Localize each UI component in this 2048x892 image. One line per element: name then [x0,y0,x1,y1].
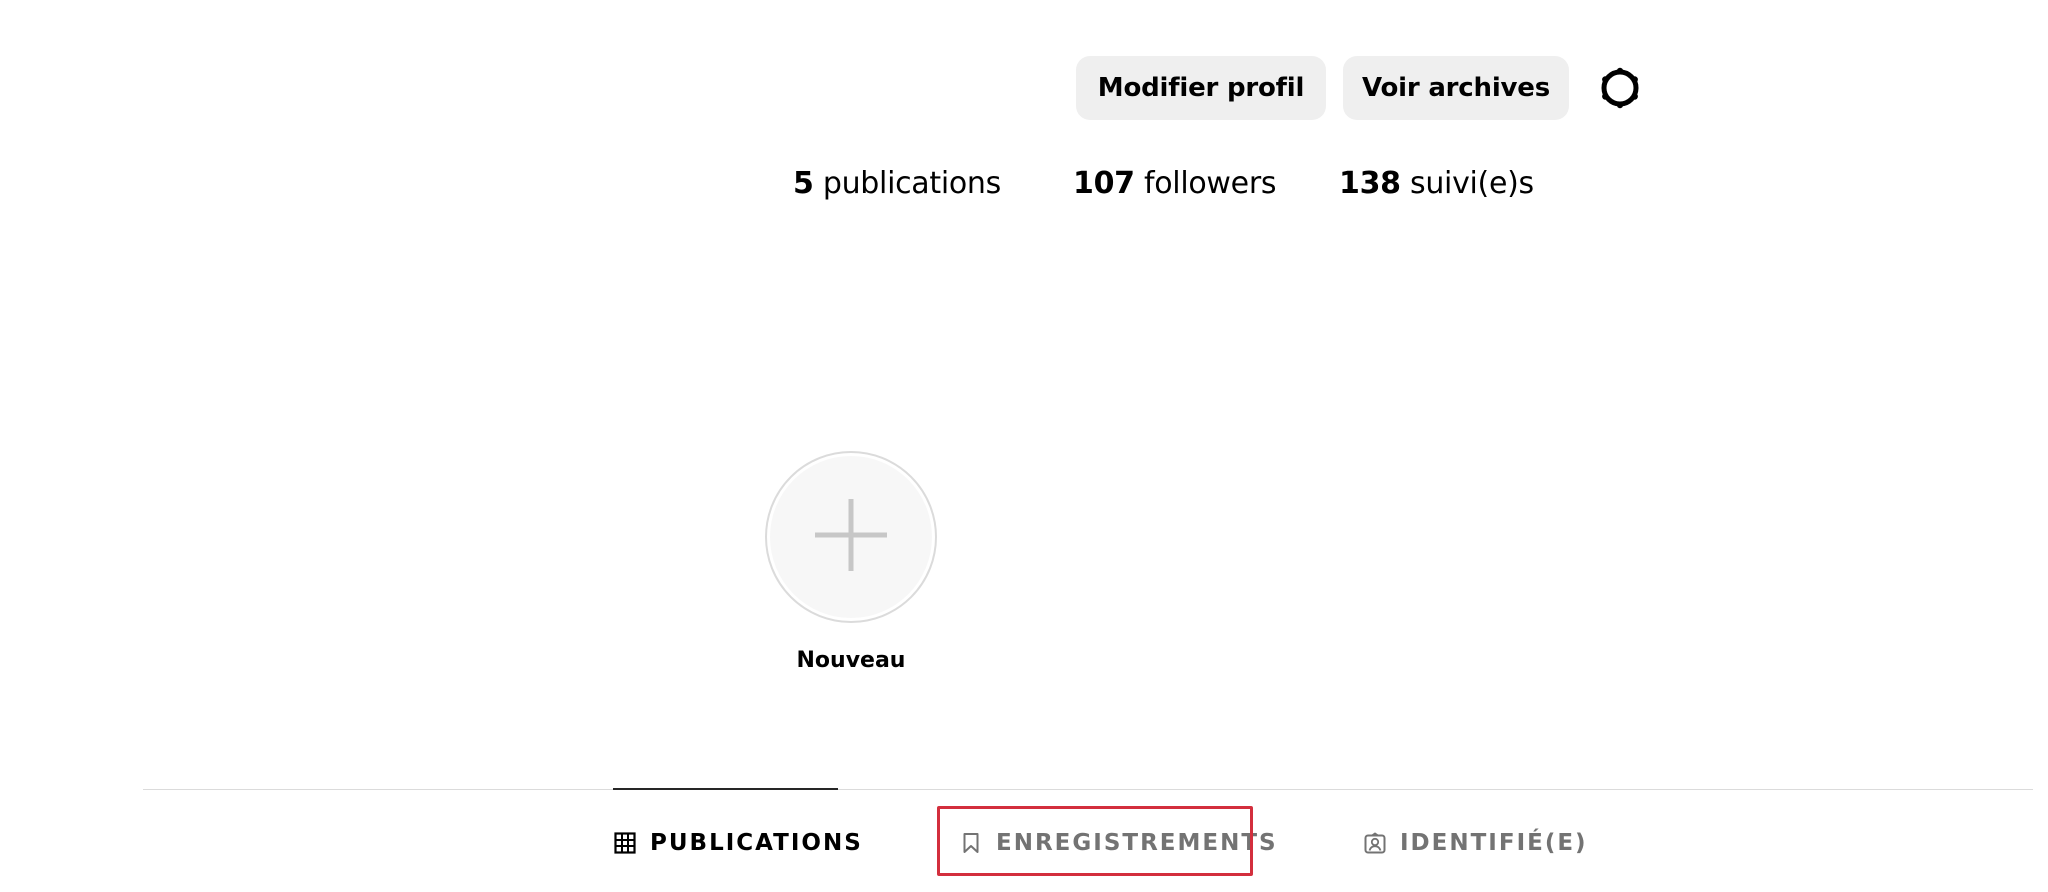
followers-label: followers [1143,166,1277,201]
tab-identifie-label: IDENTIFIÉ(E) [1400,830,1588,856]
tagged-user-icon [1364,832,1386,854]
following-stat[interactable]: 138 suivi(e)s [1339,166,1534,201]
profile-stats: 5 publications 107 followers 138 suivi(e… [0,166,2048,212]
tabs-divider [143,789,2033,790]
posts-label: publications [822,166,1001,201]
tab-enregistrements-highlight [937,806,1253,876]
following-label: suivi(e)s [1409,166,1534,201]
profile-page: Modifier profil Voir archives 5 publicat… [0,0,2048,892]
view-archive-button[interactable]: Voir archives [1343,56,1569,120]
gear-icon[interactable] [1596,64,1644,112]
posts-count: 5 [793,166,814,201]
edit-profile-button[interactable]: Modifier profil [1076,56,1326,120]
tab-publications[interactable]: PUBLICATIONS [614,820,863,866]
followers-count: 107 [1073,166,1135,201]
new-highlight-button[interactable] [765,451,937,623]
posts-stat: 5 publications [793,166,1001,201]
active-tab-indicator [613,788,838,790]
following-count: 138 [1339,166,1401,201]
tab-identifie[interactable]: IDENTIFIÉ(E) [1364,820,1588,866]
followers-stat[interactable]: 107 followers [1073,166,1276,201]
grid-icon [614,832,636,854]
plus-icon [813,497,889,577]
tab-publications-label: PUBLICATIONS [650,830,863,856]
new-highlight-circle [770,456,932,618]
new-highlight-label: Nouveau [796,648,906,673]
